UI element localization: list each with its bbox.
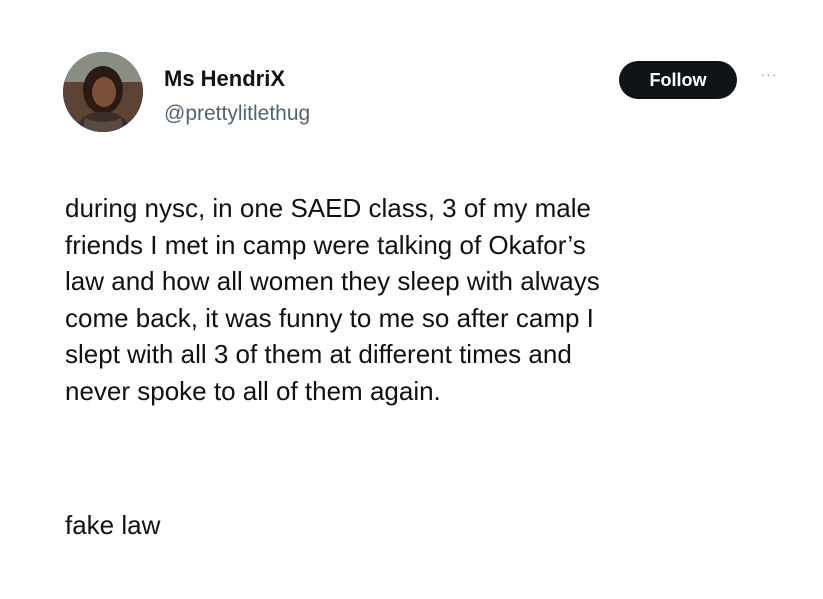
tweet-line: law and how all women they sleep with al… [65,266,600,296]
tweet-line: friends I met in camp were talking of Ok… [65,229,586,260]
follow-button[interactable]: Follow [619,61,737,99]
tweet-card: Ms HendriX @prettylitlethug Follow ··· d… [0,0,823,599]
display-name[interactable]: Ms HendriX [164,66,285,92]
tweet-text: during nysc, in one SAED class, 3 of my … [65,190,785,409]
user-handle[interactable]: @prettylitlethug [164,101,310,127]
tweet-closing-line: fake law [65,510,161,540]
tweet-line: slept with all 3 of them at different ti… [65,339,572,369]
ellipsis-icon[interactable]: ··· [756,66,782,82]
avatar[interactable] [63,52,143,132]
tweet-line: during nysc, in one SAED class, 3 of my … [65,193,592,223]
tweet-line: never spoke to all of them again. [65,375,441,406]
tweet-line: come back, it was funny to me so after c… [65,302,594,333]
profile-photo-icon [63,52,143,132]
